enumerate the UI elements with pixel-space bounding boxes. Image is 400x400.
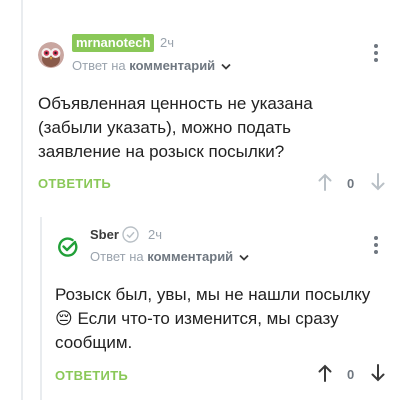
reply-to-link[interactable]: Ответ на комментарий <box>90 248 249 266</box>
author-name[interactable]: mrnanotech <box>72 34 155 52</box>
verified-check-icon <box>122 226 139 243</box>
author-name[interactable]: Sber <box>90 226 119 244</box>
kebab-menu-icon[interactable] <box>374 236 378 254</box>
arrow-down-icon[interactable] <box>371 364 385 382</box>
comment-time: 2ч <box>160 35 175 50</box>
kebab-menu-icon[interactable] <box>374 44 378 62</box>
chevron-down-icon <box>239 254 249 261</box>
thread-line-nested <box>40 217 42 400</box>
comment-time: 2ч <box>148 227 163 242</box>
owl-avatar[interactable] <box>38 42 64 68</box>
thread-line <box>21 0 23 400</box>
arrow-up-icon[interactable] <box>318 364 332 382</box>
rating-value: 0 <box>347 367 355 382</box>
arrow-up-icon[interactable] <box>318 173 332 191</box>
rating-value: 0 <box>347 176 355 191</box>
comment-text: Объявленная ценность не указана (забыли … <box>38 94 313 161</box>
reply-to-link[interactable]: Ответ на комментарий <box>72 57 231 75</box>
reply-button[interactable]: ОТВЕТИТЬ <box>38 176 111 191</box>
reply-button[interactable]: ОТВЕТИТЬ <box>55 368 128 383</box>
chevron-down-icon <box>221 63 231 70</box>
arrow-down-icon[interactable] <box>371 173 385 191</box>
comment-text: Розыск был, увы, мы не нашли посылку 😔 Е… <box>55 285 371 352</box>
sber-logo-icon[interactable] <box>55 234 81 260</box>
